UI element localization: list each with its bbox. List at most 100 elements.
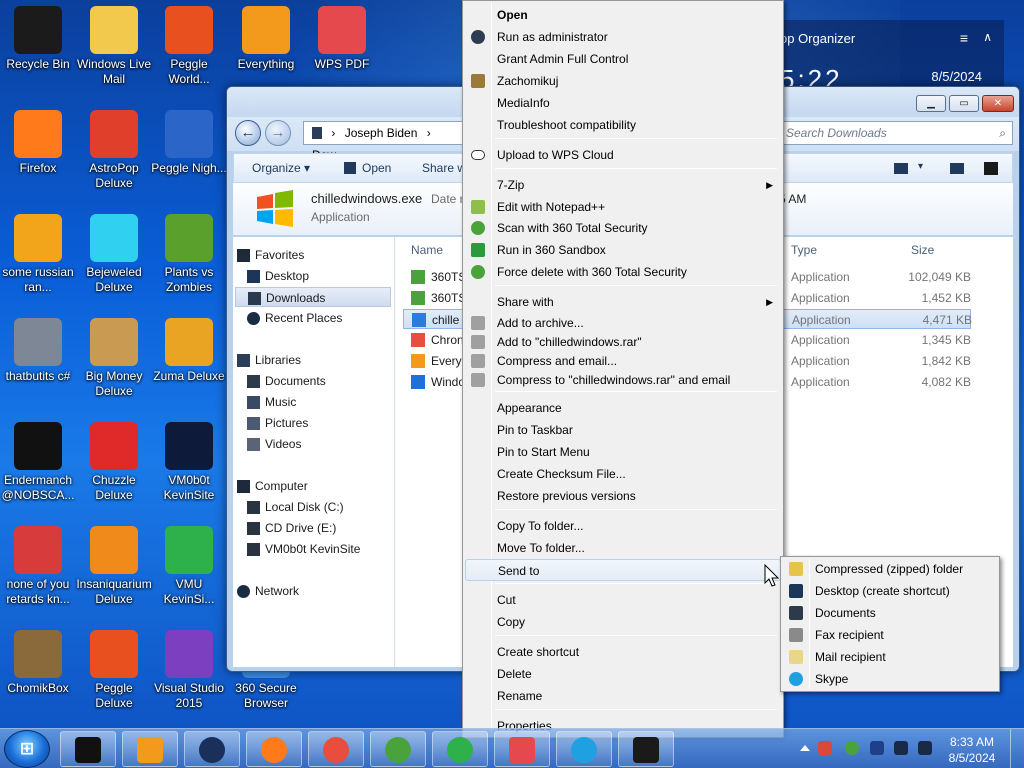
context-menu-item[interactable]: Scan with 360 Total Security [465, 217, 781, 239]
context-menu-item[interactable]: Force delete with 360 Total Security [465, 261, 781, 283]
search-icon[interactable]: ⌕ [999, 122, 1006, 144]
desktop-shortcut[interactable]: thatbutits c# [0, 318, 76, 384]
send-to-item[interactable]: Documents [783, 602, 997, 624]
context-menu-item[interactable]: Delete [465, 663, 781, 685]
context-menu-item[interactable]: Copy To folder... [465, 515, 781, 537]
send-to-item[interactable]: Fax recipient [783, 624, 997, 646]
taskbar-button[interactable] [184, 731, 240, 767]
context-menu-item[interactable]: Copy [465, 611, 781, 633]
taskbar-button[interactable] [370, 731, 426, 767]
taskbar-button[interactable] [556, 731, 612, 767]
column-type[interactable]: Type [791, 243, 817, 257]
view-dropdown-icon[interactable]: ▾ [918, 161, 923, 172]
desktop-shortcut[interactable]: Plants vs Zombies [151, 214, 227, 295]
start-button[interactable]: ⊞ [4, 730, 50, 768]
taskbar-button[interactable] [432, 731, 488, 767]
desktop-shortcut[interactable]: Endermanch @NOBSCA... [0, 422, 76, 503]
nav-downloads[interactable]: Downloads [235, 287, 391, 307]
taskbar-button[interactable] [494, 731, 550, 767]
tray-360-icon[interactable] [845, 741, 859, 755]
context-menu-item[interactable]: Run as administrator [465, 26, 781, 48]
nav-music[interactable]: Music [243, 392, 399, 412]
context-menu-item[interactable]: 7-Zip ▶ [465, 174, 781, 196]
context-menu-item[interactable]: Compress to "chilledwindows.rar" and ema… [465, 369, 781, 391]
taskbar-button[interactable] [618, 731, 674, 767]
search-input[interactable]: Search Downloads ⌕ [777, 121, 1013, 145]
context-menu-item[interactable]: Cut [465, 589, 781, 611]
help-icon[interactable] [984, 162, 998, 175]
tray-network-icon[interactable] [894, 741, 908, 755]
minimize-button[interactable]: ▁ [916, 95, 946, 112]
nav-vm-drive[interactable]: VM0b0t KevinSite [243, 539, 399, 559]
chevron-up-icon[interactable]: ∧ [983, 30, 992, 44]
open-button[interactable]: Open [344, 161, 391, 175]
tray-shield-icon[interactable] [870, 741, 884, 755]
desktop-shortcut[interactable]: Peggle Nigh... [151, 110, 227, 176]
taskbar-button[interactable] [246, 731, 302, 767]
desktop-shortcut[interactable]: ChomikBox [0, 630, 76, 696]
show-desktop-button[interactable] [1010, 729, 1024, 768]
nav-computer[interactable]: Computer [233, 476, 389, 496]
context-menu-item[interactable]: Zachomikuj [465, 70, 781, 92]
desktop-shortcut[interactable]: Big Money Deluxe [76, 318, 152, 399]
context-menu-item[interactable]: Pin to Taskbar [465, 419, 781, 441]
context-menu-item[interactable]: MediaInfo [465, 92, 781, 114]
context-menu-item[interactable]: Move To folder... [465, 537, 781, 559]
breadcrumb-user[interactable]: Joseph Biden [345, 126, 418, 140]
context-menu-item[interactable]: Create shortcut [465, 641, 781, 663]
send-to-item[interactable]: Mail recipient [783, 646, 997, 668]
maximize-button[interactable]: ▭ [949, 95, 979, 112]
context-menu-item[interactable]: Edit with Notepad++ [465, 196, 781, 218]
nav-favorites[interactable]: Favorites [233, 245, 389, 265]
desktop-shortcut[interactable]: Firefox [0, 110, 76, 176]
context-menu-item[interactable]: Troubleshoot compatibility [465, 114, 781, 136]
send-to-item[interactable]: Compressed (zipped) folder [783, 558, 997, 580]
taskbar-button[interactable] [60, 731, 116, 767]
desktop-shortcut[interactable]: Bejeweled Deluxe [76, 214, 152, 295]
context-menu-item[interactable]: Run in 360 Sandbox [465, 239, 781, 261]
organize-button[interactable]: Organize ▾ [252, 161, 310, 175]
nav-desktop[interactable]: Desktop [243, 266, 399, 286]
desktop-shortcut[interactable]: AstroPop Deluxe [76, 110, 152, 191]
desktop-shortcut[interactable]: Everything [228, 6, 304, 72]
desktop-shortcut[interactable]: Zuma Deluxe [151, 318, 227, 384]
desktop-shortcut[interactable]: Visual Studio 2015 [151, 630, 227, 711]
back-button[interactable]: ← [235, 120, 261, 146]
close-button[interactable]: ✕ [982, 95, 1014, 112]
send-to-item[interactable]: Skype [783, 668, 997, 690]
context-menu-item[interactable]: Pin to Start Menu [465, 441, 781, 463]
context-menu-item[interactable]: Upload to WPS Cloud [465, 144, 781, 166]
address-box[interactable]: › Joseph Biden › Dow [303, 121, 463, 162]
tray-volume-icon[interactable] [918, 741, 932, 755]
context-menu-item[interactable]: Grant Admin Full Control [465, 48, 781, 70]
column-size[interactable]: Size [911, 243, 934, 257]
nav-network[interactable]: Network [233, 581, 389, 601]
hamburger-menu-icon[interactable]: ≡ [960, 30, 968, 46]
taskbar-button[interactable] [308, 731, 364, 767]
nav-documents[interactable]: Documents [243, 371, 399, 391]
desktop-shortcut[interactable]: Peggle Deluxe [76, 630, 152, 711]
context-menu-item[interactable]: Appearance [465, 397, 781, 419]
preview-pane-icon[interactable] [950, 163, 964, 174]
desktop-shortcut[interactable]: Recycle Bin [0, 6, 76, 72]
view-icon[interactable] [894, 163, 908, 174]
share-with-button[interactable]: Share w [422, 161, 466, 175]
desktop-shortcut[interactable]: Windows Live Mail [76, 6, 152, 87]
forward-button[interactable]: → [265, 120, 291, 146]
system-clock[interactable]: 8:33 AM 8/5/2024 [940, 734, 1004, 766]
context-menu-item[interactable]: Open [465, 4, 781, 26]
desktop-shortcut[interactable]: WPS PDF [304, 6, 380, 72]
nav-pictures[interactable]: Pictures [243, 413, 399, 433]
context-menu-item[interactable]: Rename [465, 685, 781, 707]
context-menu-item[interactable]: Send to▶ [465, 559, 781, 581]
desktop-shortcut[interactable]: VMU KevinSi... [151, 526, 227, 607]
nav-libraries[interactable]: Libraries [233, 350, 389, 370]
tray-security-icon[interactable] [818, 741, 832, 755]
column-name[interactable]: Name [411, 243, 443, 257]
nav-local-disk[interactable]: Local Disk (C:) [243, 497, 399, 517]
nav-recent[interactable]: Recent Places [243, 308, 399, 328]
send-to-item[interactable]: Desktop (create shortcut) [783, 580, 997, 602]
context-menu-item[interactable]: Restore previous versions [465, 485, 781, 507]
desktop-shortcut[interactable]: none of you retards kn... [0, 526, 76, 607]
taskbar-button[interactable] [122, 731, 178, 767]
